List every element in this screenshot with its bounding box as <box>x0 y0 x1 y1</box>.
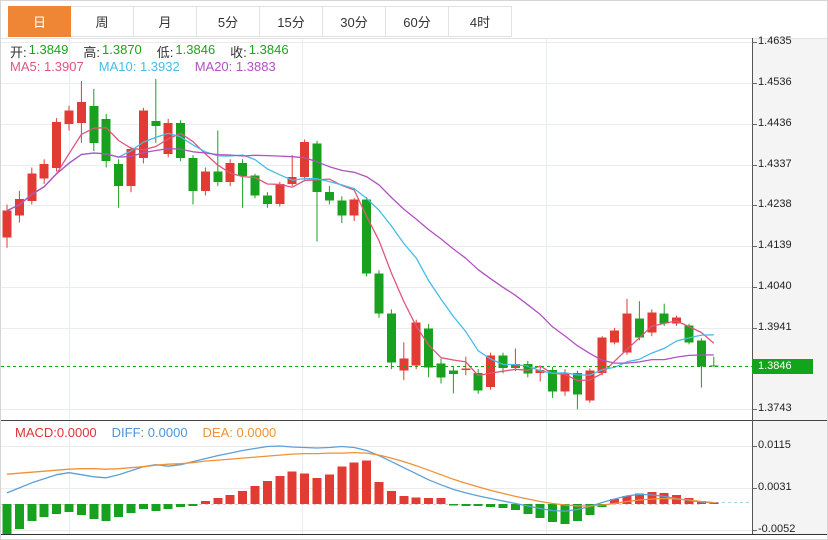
tab-week[interactable]: 周 <box>71 6 134 37</box>
price-axis-label: 1.4635 <box>758 35 792 47</box>
price-axis-label: 1.4536 <box>758 75 792 88</box>
ma20-line <box>6 147 714 364</box>
macd-legend: MACD: 0.0000 DIFF: 0.0000 DEA: 0.0000 <box>15 425 291 440</box>
current-price-badge: 1.3846 <box>752 359 813 374</box>
candlestick-series <box>2 79 719 410</box>
dea-line <box>6 451 714 507</box>
macd-value: MACD: 0.0000 <box>15 425 97 440</box>
ma-legend: MA5: 1.3907 MA10: 1.3932 MA20: 1.3883 <box>10 59 291 74</box>
trading-chart-window: 日 周 月 5分 15分 30分 60分 4时 开: 1.3849 高: 1.387… <box>0 0 828 540</box>
macd-axis-label: 0.0115 <box>758 439 791 451</box>
tab-30min[interactable]: 30分 <box>323 6 386 37</box>
price-axis-label: 1.4139 <box>758 239 792 252</box>
macd-histogram <box>2 460 719 535</box>
price-axis-label: 1.4040 <box>758 279 792 292</box>
dea-value: DEA: 0.0000 <box>202 425 277 440</box>
macd-axis-label: 0.0031 <box>758 481 792 494</box>
price-axis-label: 1.4238 <box>758 198 792 211</box>
price-axis-label: 1.4436 <box>758 116 792 129</box>
ma20-value: MA20: 1.3883 <box>194 59 276 74</box>
ma10-line <box>6 132 714 376</box>
macd-axis-label: -0.0052 <box>758 523 796 536</box>
chart-canvas[interactable] <box>1 1 828 540</box>
tab-month[interactable]: 月 <box>134 6 197 37</box>
timeframe-tabbar: 日 周 月 5分 15分 30分 60分 4时 <box>8 6 512 37</box>
tab-60min[interactable]: 60分 <box>386 6 449 37</box>
tab-4hour[interactable]: 4时 <box>449 6 512 37</box>
tab-15min[interactable]: 15分 <box>260 6 323 37</box>
diff-line <box>6 445 714 512</box>
tab-5min[interactable]: 5分 <box>197 6 260 37</box>
ma10-value: MA10: 1.3932 <box>98 59 180 74</box>
price-axis-label: 1.4337 <box>758 157 792 170</box>
diff-value: DIFF: 0.0000 <box>111 425 188 440</box>
tab-day[interactable]: 日 <box>8 6 71 37</box>
price-axis-label: 1.3941 <box>758 320 792 333</box>
price-axis-label: 1.3743 <box>758 402 792 414</box>
ma5-value: MA5: 1.3907 <box>10 59 84 74</box>
